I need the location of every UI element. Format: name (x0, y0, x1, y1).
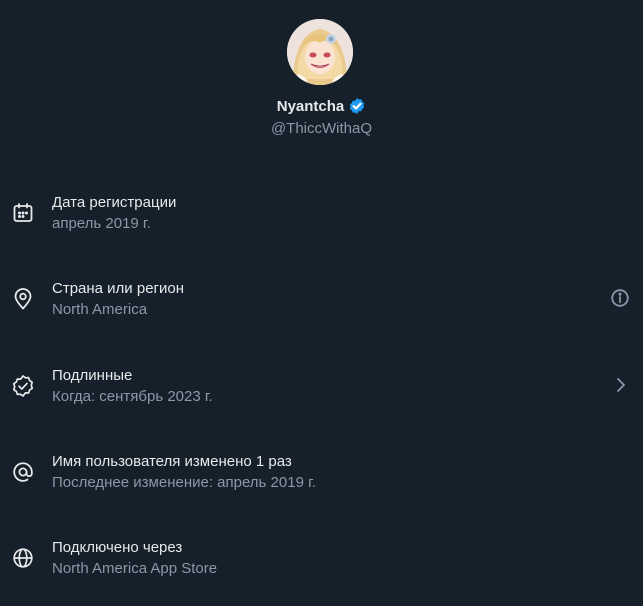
row-title: Имя пользователя изменено 1 раз (52, 453, 292, 470)
chevron-right-icon (613, 374, 629, 396)
location-pin-icon (11, 287, 35, 311)
avatar-image (287, 19, 353, 85)
row-subtitle: Когда: сентябрь 2023 г. (52, 388, 213, 405)
row-title: Страна или регион (52, 280, 185, 297)
verified-badge-icon (348, 97, 366, 115)
globe-icon (11, 546, 35, 570)
profile-header: Nyantcha @ThiccWithaQ (0, 0, 643, 160)
row-subtitle: North America (52, 301, 148, 318)
avatar[interactable] (287, 19, 353, 85)
handle: @ThiccWithaQ (270, 120, 373, 137)
row-title: Подлинные (52, 367, 133, 384)
row-verified[interactable]: Подлинные Когда: сентябрь 2023 г. (0, 366, 643, 426)
row-subtitle: Последнее изменение: апрель 2019 г. (52, 474, 316, 491)
row-title: Подключено через (52, 539, 183, 556)
row-subtitle: апрель 2019 г. (52, 215, 151, 232)
row-subtitle: North America App Store (52, 560, 218, 577)
row-username-changes: Имя пользователя изменено 1 раз Последне… (0, 452, 643, 512)
name-row: Nyantcha (0, 96, 643, 116)
row-country-region: Страна или регион North America (0, 279, 643, 339)
row-title: Дата регистрации (52, 194, 177, 211)
verified-check-icon (11, 374, 35, 398)
at-sign-icon (11, 460, 35, 484)
row-join-date: Дата регистрации апрель 2019 г. (0, 193, 643, 253)
row-connected-via: Подключено через North America App Store (0, 538, 643, 598)
display-name: Nyantcha (276, 97, 345, 115)
calendar-icon (11, 201, 35, 225)
info-icon[interactable] (609, 287, 631, 309)
